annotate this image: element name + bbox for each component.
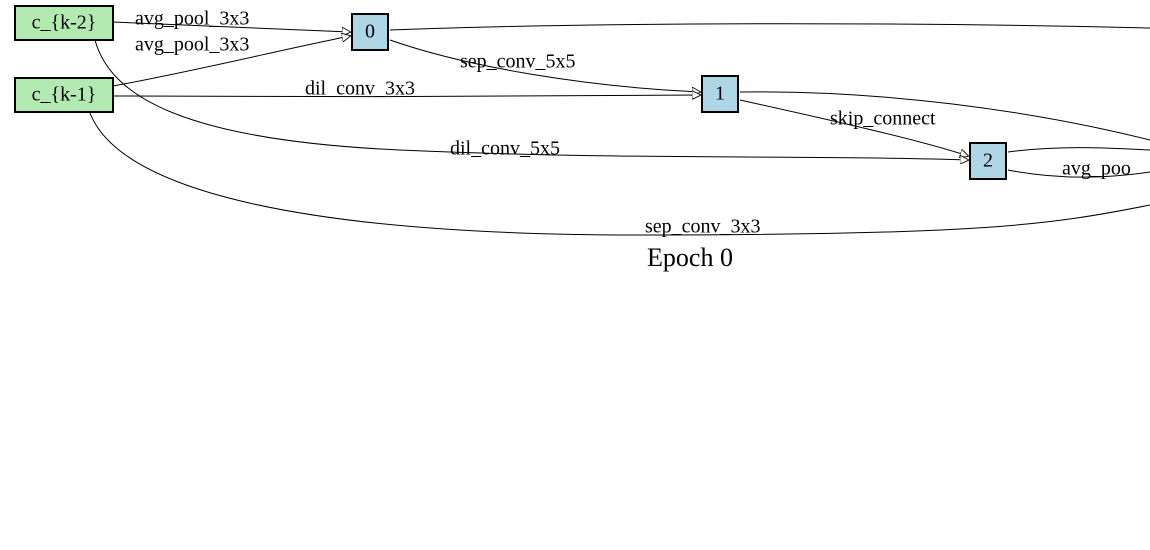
node-c-k-minus-2: c_{k-2}: [15, 6, 113, 40]
node-label-2: 2: [983, 150, 993, 172]
edge-label-ckm1-n1: dil_conv_3x3: [305, 78, 415, 100]
node-1: 1: [702, 76, 738, 112]
edge-label-ckm2-n0: avg_pool_3x3: [135, 8, 249, 30]
edge-label-n2-out: avg_poo: [1062, 158, 1131, 180]
architecture-diagram: avg_pool_3x3 avg_pool_3x3 sep_conv_5x5 d…: [0, 0, 1150, 550]
node-0: 0: [352, 14, 388, 50]
edge-label-ckm1-n0: avg_pool_3x3: [135, 34, 249, 56]
edge-n1-out: [740, 92, 1150, 140]
edge-label-n0-n1: sep_conv_5x5: [460, 51, 576, 73]
edge-n2-out-top: [1008, 148, 1150, 152]
node-label-c-k-minus-2: c_{k-2}: [32, 12, 97, 34]
node-c-k-minus-1: c_{k-1}: [15, 78, 113, 112]
node-label-0: 0: [365, 21, 375, 43]
edge-label-n1-n2: skip_connect: [830, 108, 936, 130]
edge-label-ckm1-out: sep_conv_3x3: [645, 216, 761, 238]
edge-n0-out: [390, 24, 1150, 30]
diagram-caption: Epoch 0: [647, 243, 733, 272]
node-label-c-k-minus-1: c_{k-1}: [32, 84, 97, 106]
node-label-1: 1: [715, 83, 725, 105]
edge-label-ckm2-n2: dil_conv_5x5: [450, 138, 560, 160]
node-2: 2: [970, 143, 1006, 179]
